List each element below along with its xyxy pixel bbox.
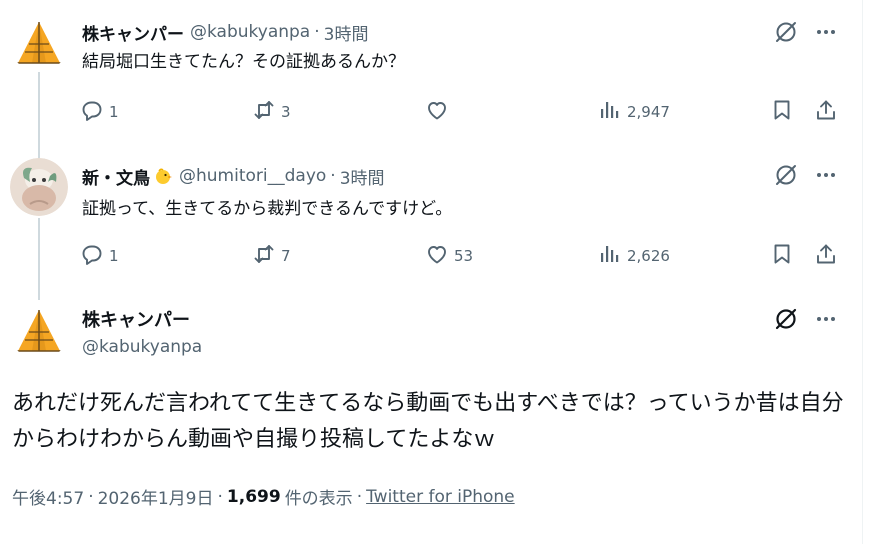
tweet-header: 株キャンパー @kabukyanpa · 3時間 [82,20,369,45]
retweet-button[interactable]: 7 [252,242,291,270]
separator-dot: · [314,22,320,42]
grok-icon[interactable] [774,307,798,331]
avatar[interactable] [10,302,68,360]
bookmark-icon [770,242,794,270]
retweet-icon [252,242,276,270]
retweet-icon [252,98,276,126]
display-name[interactable]: 株キャンパー [82,20,184,45]
display-name[interactable]: 株キャンパー [82,306,190,332]
views-button[interactable]: 2,947 [598,98,670,126]
like-button[interactable]: 53 [425,242,473,270]
retweet-count: 3 [281,103,291,121]
bookmark-button[interactable] [770,98,794,126]
chick-emoji [153,166,173,186]
tweet-time[interactable]: 3時間 [324,20,369,45]
views-chart-icon [598,242,622,270]
grok-icon[interactable] [774,163,798,187]
separator-dot: · [88,486,94,507]
action-bar: 1 7 53 2,626 [80,242,840,270]
tweet-time[interactable]: 午後4:57 [12,484,84,509]
main-tweet-text: あれだけ死んだ言われてて生きてるなら動画でも出すべきでは？っていうか昔は自分から… [12,391,844,452]
heart-icon [425,98,449,126]
like-button[interactable] [425,98,454,126]
avatar[interactable] [10,158,68,216]
retweet-count: 7 [281,247,291,265]
timeline-border [862,0,863,544]
separator-dot: · [217,486,223,507]
separator-dot: · [356,486,363,507]
share-button[interactable] [814,242,838,270]
separator-dot: · [330,166,336,186]
reply-button[interactable]: 1 [80,242,119,270]
tweet-text: 証拠って、生きてるから裁判できるんですけど。 [82,199,453,219]
display-name[interactable]: 新・文鳥 [82,164,150,189]
reply-count: 1 [109,247,119,265]
user-handle[interactable]: @kabukyanpa [190,22,310,42]
reply-count: 1 [109,103,119,121]
views-count: 2,626 [627,247,670,265]
more-icon[interactable] [814,163,838,187]
grok-icon[interactable] [774,20,798,44]
views-count: 1,699 [226,486,281,507]
source-link[interactable]: Twitter for iPhone [366,487,515,507]
tweet-date[interactable]: 2026年1月9日 [98,484,214,509]
more-icon[interactable] [814,307,838,331]
action-bar: 1 3 2,947 [80,98,840,126]
reply-button[interactable]: 1 [80,98,119,126]
tweet-time[interactable]: 3時間 [340,164,385,189]
share-icon [814,98,838,126]
reply-icon [80,98,104,126]
bookmark-button[interactable] [770,242,794,270]
thread-line [38,218,40,300]
like-count: 53 [454,247,474,265]
share-button[interactable] [814,98,838,126]
reply-icon [80,242,104,270]
retweet-button[interactable]: 3 [252,98,291,126]
more-icon[interactable] [814,20,838,44]
tweet-header: 新・文鳥 @humitori__dayo · 3時間 [82,164,385,189]
tweet-text: 結局堀口生きてたん？その証拠あるんか？ [82,52,405,72]
share-icon [814,242,838,270]
heart-icon [425,242,449,270]
views-chart-icon [598,98,622,126]
user-handle[interactable]: @kabukyanpa [82,337,202,357]
user-handle[interactable]: @humitori__dayo [179,166,326,186]
views-label: 件の表示 [284,489,353,509]
thread-line [38,72,40,162]
bookmark-icon [770,98,794,126]
tweet-meta: 午後4:57 · 2026年1月9日 · 1,699 件の表示 · Twitte… [12,484,515,510]
avatar[interactable] [10,14,68,72]
views-count: 2,947 [627,103,670,121]
views-button[interactable]: 2,626 [598,242,670,270]
